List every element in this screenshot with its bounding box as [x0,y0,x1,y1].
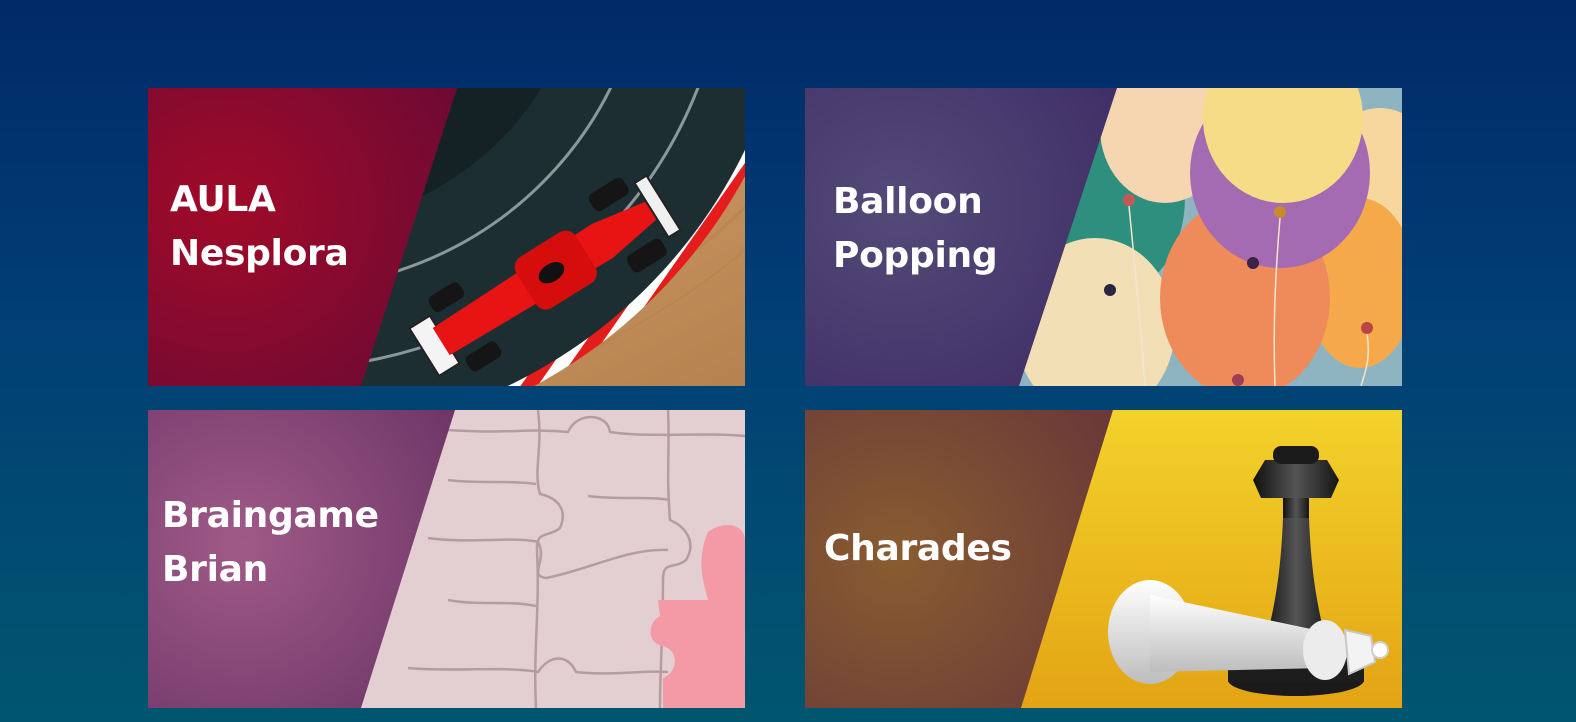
card-title-line-2: Nesplora [170,233,349,274]
card-title-line-2: Brian [162,549,268,590]
card-title-line-2: Popping [833,235,998,276]
card-title: Charades [824,522,1012,576]
card-title-line-1: AULA [170,179,276,220]
card-title: AULA Nesplora [170,173,349,281]
card-title-line-1: Balloon [833,181,983,222]
card-title: Balloon Popping [833,175,998,283]
game-card-balloon-popping[interactable]: Balloon Popping [805,88,1402,386]
game-card-braingame-brian[interactable]: Braingame Brian [148,410,745,708]
game-card-aula-nesplora[interactable]: AULA Nesplora [148,88,745,386]
game-gallery-page: { "games": [ { "id": "aula", "title_line… [0,0,1576,722]
card-title: Braingame Brian [162,489,379,597]
card-title-line-1: Braingame [162,495,379,536]
game-card-charades[interactable]: Charades [805,410,1402,708]
card-title-line-1: Charades [824,528,1012,569]
